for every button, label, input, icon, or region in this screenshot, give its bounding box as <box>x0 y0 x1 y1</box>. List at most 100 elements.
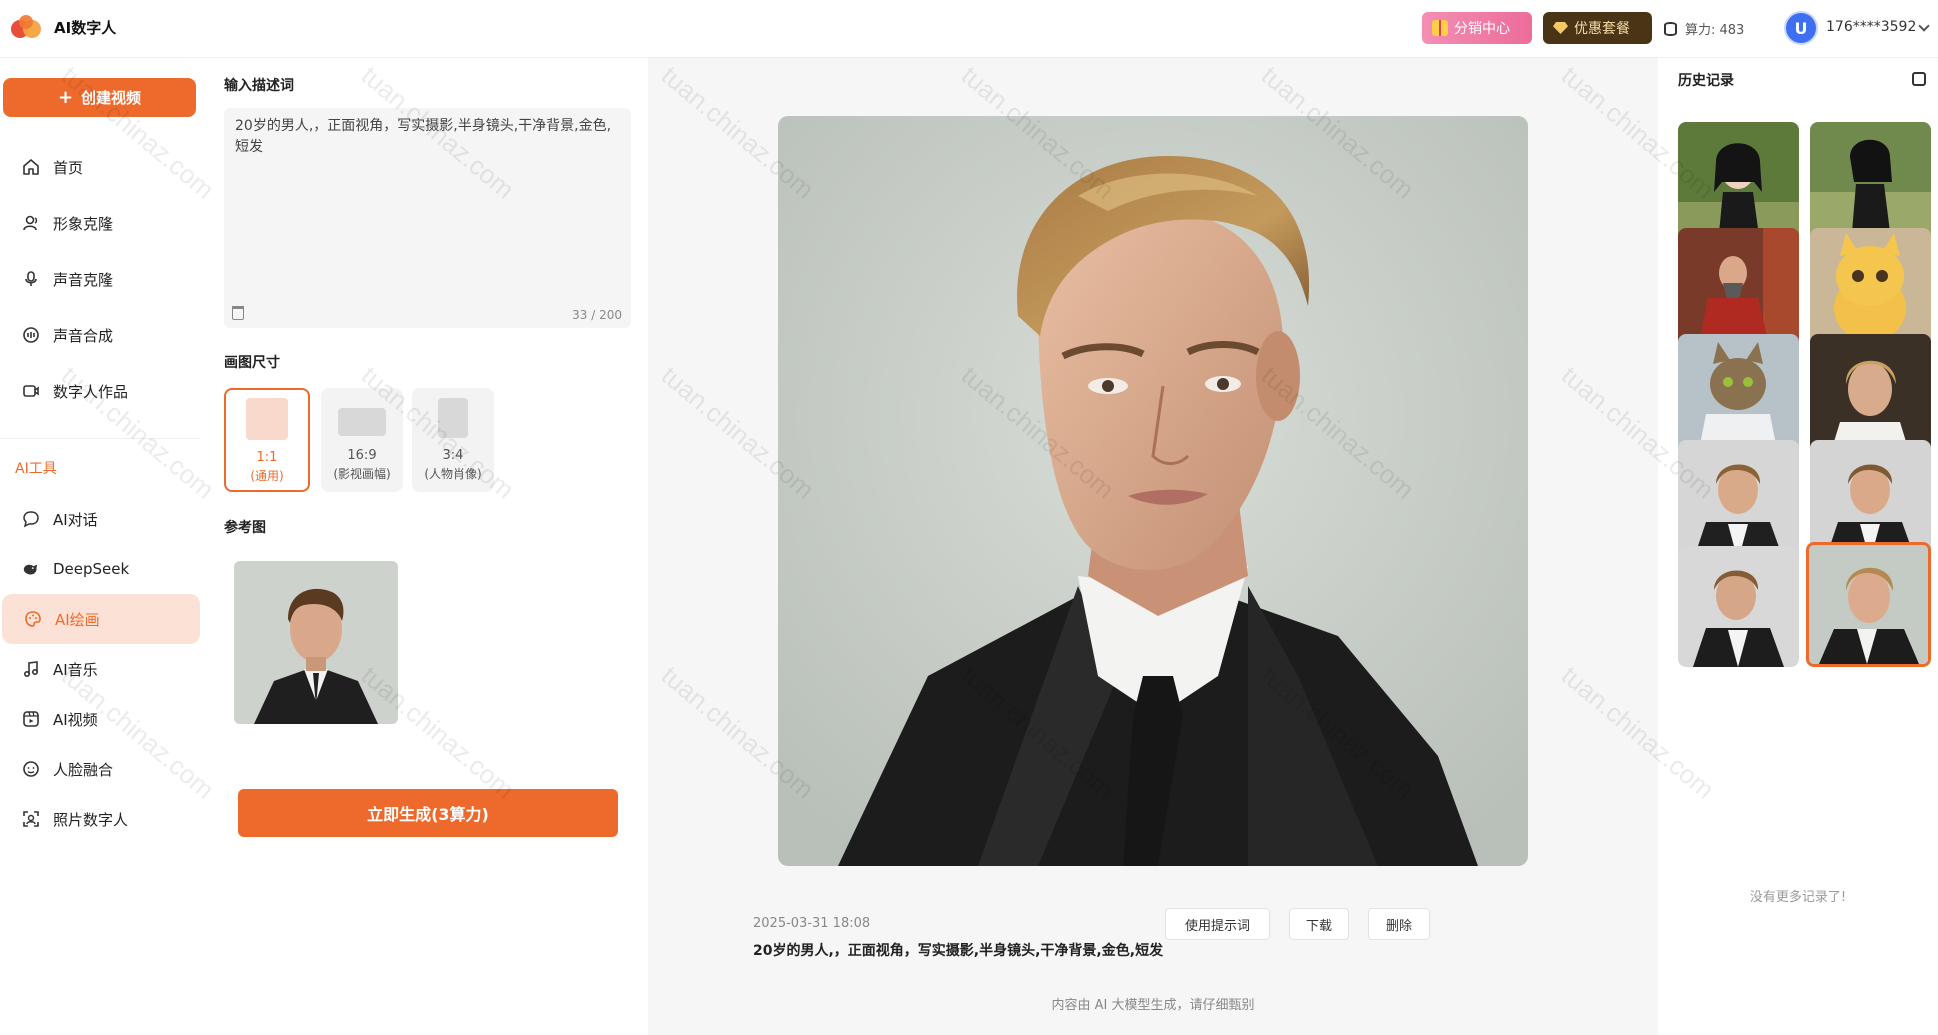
size-ratio: 1:1 <box>256 450 278 465</box>
nav-item-avatar-clone[interactable]: 形象克隆 <box>0 198 200 248</box>
nav-item-face-fusion[interactable]: 人脸融合 <box>0 744 200 794</box>
compute-power: 算力: 483 <box>1664 19 1744 38</box>
nav-label: 照片数字人 <box>53 810 129 829</box>
chevron-down-icon[interactable] <box>1918 20 1930 32</box>
nav-label: 首页 <box>53 158 84 177</box>
size-title: 画图尺寸 <box>224 355 280 371</box>
prompt-value[interactable]: 20岁的男人,，正面视角，写实摄影,半身镜头,干净背景,金色,短发 <box>235 116 615 158</box>
sidebar: + 创建视频 首页 形象克隆 声音克隆 声音合成 数字人作品 AI工具 AI对话… <box>0 58 210 1035</box>
discount-package-label: 优惠套餐 <box>1574 21 1630 37</box>
scan-face-icon <box>22 810 40 828</box>
no-more-records: 没有更多记录了! <box>1749 890 1847 905</box>
plus-icon: + <box>57 86 74 108</box>
nav-label: AI对话 <box>53 510 98 529</box>
video-icon <box>22 382 40 400</box>
history-thumb[interactable] <box>1678 440 1799 561</box>
app-logo-icon[interactable] <box>10 14 44 40</box>
history-panel: 历史记录 没有更多记录了! <box>1658 58 1938 1035</box>
history-thumb[interactable] <box>1810 334 1931 455</box>
top-bar: AI数字人 分销中心 优惠套餐 算力: 483 U 176****3592 <box>0 0 1938 58</box>
audio-icon <box>22 326 40 344</box>
nav-item-ai-music[interactable]: AI音乐 <box>0 644 200 694</box>
prompt-title: 输入描述词 <box>224 78 294 94</box>
params-panel: 输入描述词 20岁的男人,，正面视角，写实摄影,半身镜头,干净背景,金色,短发 … <box>210 58 648 1035</box>
expand-icon[interactable] <box>1912 72 1926 86</box>
nav-item-voice-clone[interactable]: 声音克隆 <box>0 254 200 304</box>
result-canvas: 2025-03-31 18:08 20岁的男人,，正面视角，写实摄影,半身镜头,… <box>648 58 1658 1035</box>
nav-item-deepseek[interactable]: DeepSeek <box>0 544 200 594</box>
nav-item-digital-works[interactable]: 数字人作品 <box>0 366 200 416</box>
username[interactable]: 176****3592 <box>1826 19 1916 35</box>
mic-icon <box>22 270 40 288</box>
face-icon <box>22 760 40 778</box>
history-title: 历史记录 <box>1678 73 1734 89</box>
distribution-center-button[interactable]: 分销中心 <box>1422 12 1532 44</box>
history-thumb[interactable] <box>1678 228 1799 349</box>
nav-item-ai-chat[interactable]: AI对话 <box>0 494 200 544</box>
nav-item-ai-video[interactable]: AI视频 <box>0 694 200 744</box>
music-icon <box>22 660 40 678</box>
nav-label: AI视频 <box>53 710 98 729</box>
database-icon <box>1664 21 1677 36</box>
nav-label: 人脸融合 <box>53 760 114 779</box>
distribution-center-label: 分销中心 <box>1454 21 1510 37</box>
square-shape-icon <box>246 398 288 440</box>
home-icon <box>22 158 40 176</box>
user-avatar[interactable]: U <box>1784 11 1818 45</box>
app-brand: AI数字人 <box>54 19 117 37</box>
nav-item-voice-synthesis[interactable]: 声音合成 <box>0 310 200 360</box>
nav-item-photo-digital-human[interactable]: 照片数字人 <box>0 794 200 844</box>
history-thumb[interactable] <box>1810 122 1931 243</box>
reference-title: 参考图 <box>224 520 266 536</box>
use-prompt-button[interactable]: 使用提示词 <box>1165 908 1270 940</box>
char-counter: 33 / 200 <box>572 308 622 322</box>
result-date: 2025-03-31 18:08 <box>753 916 871 931</box>
generated-image[interactable] <box>778 116 1528 866</box>
history-thumb[interactable] <box>1810 228 1931 349</box>
size-option-1-1[interactable]: 1:1 (通用) <box>224 388 310 492</box>
size-desc: (人物肖像) <box>424 467 482 481</box>
generate-button[interactable]: 立即生成(3算力) <box>238 789 618 837</box>
size-ratio: 16:9 <box>347 448 377 463</box>
compute-power-label: 算力: 483 <box>1685 23 1745 38</box>
nav-label: 声音合成 <box>53 326 114 345</box>
nav-label: 数字人作品 <box>53 382 129 401</box>
whale-icon <box>22 560 40 578</box>
film-icon <box>22 710 40 728</box>
user-icon <box>22 214 40 232</box>
size-desc: (通用) <box>250 469 284 483</box>
nav-label: DeepSeek <box>53 560 130 578</box>
sidebar-divider <box>0 438 200 439</box>
nav-label: 形象克隆 <box>53 214 114 233</box>
ai-tools-title: AI工具 <box>15 461 57 477</box>
result-prompt: 20岁的男人,，正面视角，写实摄影,半身镜头,干净背景,金色,短发 <box>753 943 1164 959</box>
portrait-shape-icon <box>438 398 468 438</box>
nav-item-home[interactable]: 首页 <box>0 142 200 192</box>
size-desc: (影视画幅) <box>333 467 391 481</box>
nav-item-ai-drawing[interactable]: AI绘画 <box>2 594 200 644</box>
create-video-button[interactable]: + 创建视频 <box>3 78 196 117</box>
discount-package-button[interactable]: 优惠套餐 <box>1543 12 1652 44</box>
landscape-shape-icon <box>338 408 386 436</box>
create-video-label: 创建视频 <box>81 89 142 107</box>
ai-disclaimer: 内容由 AI 大模型生成，请仔细甄别 <box>1051 998 1255 1013</box>
palette-icon <box>24 610 42 628</box>
history-thumb[interactable] <box>1678 334 1799 455</box>
diamond-icon <box>1553 22 1568 34</box>
avatar-letter: U <box>1794 18 1808 38</box>
history-thumb-selected[interactable] <box>1806 542 1931 667</box>
history-thumb[interactable] <box>1678 546 1799 667</box>
size-option-3-4[interactable]: 3:4 (人物肖像) <box>412 388 494 492</box>
size-option-16-9[interactable]: 16:9 (影视画幅) <box>321 388 403 492</box>
size-ratio: 3:4 <box>442 448 464 463</box>
nav-label: AI音乐 <box>53 660 98 679</box>
nav-label: 声音克隆 <box>53 270 114 289</box>
nav-label: AI绘画 <box>55 610 100 629</box>
reference-image[interactable] <box>234 561 398 724</box>
history-thumb[interactable] <box>1678 122 1799 243</box>
delete-button[interactable]: 删除 <box>1368 908 1430 940</box>
gift-icon <box>1432 20 1448 36</box>
download-button[interactable]: 下载 <box>1289 908 1349 940</box>
prompt-textarea[interactable]: 20岁的男人,，正面视角，写实摄影,半身镜头,干净背景,金色,短发 33 / 2… <box>224 108 631 328</box>
trash-icon[interactable] <box>232 306 244 320</box>
